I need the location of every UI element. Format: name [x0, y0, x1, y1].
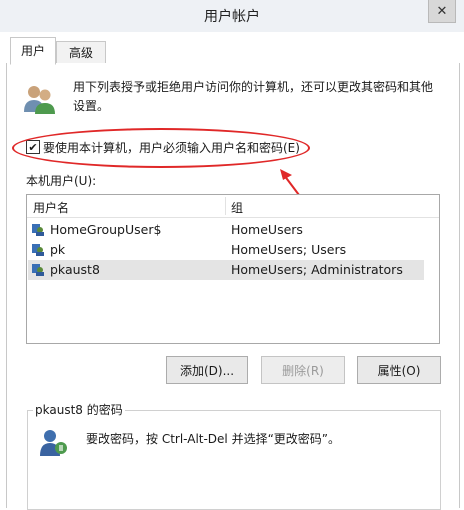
column-header-group[interactable]: 组 — [231, 199, 243, 216]
user-icon — [32, 224, 44, 236]
table-row[interactable]: HomeGroupUser$ HomeUsers — [28, 220, 424, 240]
password-group-title: pkaust8 的密码 — [33, 401, 125, 418]
delete-button[interactable]: 删除(R) — [261, 356, 345, 384]
table-row[interactable]: pk HomeUsers; Users — [28, 240, 424, 260]
user-group: HomeUsers; Administrators — [231, 262, 403, 277]
users-list-label: 本机用户(U): — [26, 174, 97, 188]
title-bar: 用户帐户 ✕ — [0, 0, 464, 32]
properties-button[interactable]: 属性(O) — [357, 356, 441, 384]
close-icon: ✕ — [436, 3, 448, 19]
annotation-ellipse — [12, 128, 310, 168]
user-group: HomeUsers — [231, 222, 303, 237]
tab-advanced[interactable]: 高级 — [56, 41, 106, 65]
column-divider[interactable] — [225, 197, 226, 215]
table-row[interactable]: pkaust8 HomeUsers; Administrators — [28, 260, 424, 280]
intro-text: 用下列表授予或拒绝用户访问你的计算机，还可以更改其密码和其他设置。 — [73, 80, 434, 113]
user-icon — [32, 244, 44, 256]
password-groupbox — [27, 410, 441, 510]
tab-users[interactable]: 用户 — [10, 37, 56, 65]
user-group: HomeUsers; Users — [231, 242, 347, 257]
close-button[interactable]: ✕ — [428, 0, 456, 23]
tab-strip: 用户 高级 — [6, 36, 458, 65]
users-icon — [24, 86, 55, 114]
user-icon — [32, 264, 44, 276]
user-name: pkaust8 — [50, 262, 100, 277]
list-header: 用户名 组 — [27, 195, 439, 218]
window-title: 用户帐户 — [204, 9, 260, 25]
users-listview[interactable]: 用户名 组 HomeGroupUser$ HomeUsers pk HomeUs… — [26, 194, 440, 344]
add-button[interactable]: 添加(D)... — [166, 356, 248, 384]
password-instructions: 要改密码，按 Ctrl-Alt-Del 并选择“更改密码”。 — [86, 432, 341, 446]
user-name: HomeGroupUser$ — [50, 222, 162, 237]
user-name: pk — [50, 242, 66, 257]
column-header-username[interactable]: 用户名 — [33, 199, 69, 216]
user-password-icon — [40, 430, 67, 456]
